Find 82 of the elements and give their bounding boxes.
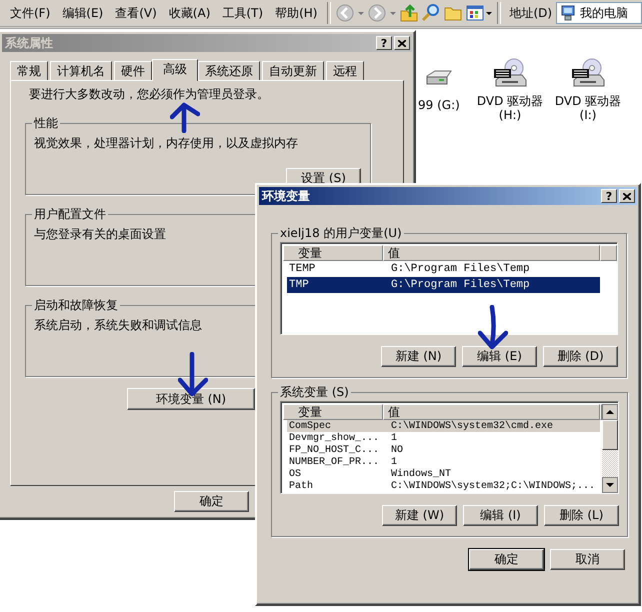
close-icon [398,40,406,46]
table-cell-text: FP_NO_HOST_C... [288,444,380,456]
scroll-down-button[interactable] [602,477,618,493]
group-title: 系统变量 (S) [279,384,350,401]
group-title: 启动和故障恢复 [33,297,119,314]
table-cell-text: Devmgr_show_... [288,432,380,444]
menu-item[interactable]: 查看(V) [109,4,163,22]
table-cell-text: Windows_NT [390,468,452,480]
table-cell-text: ComSpec [288,420,332,432]
tab[interactable]: 自动更新 [262,61,324,80]
column-header[interactable]: 值 [383,245,600,261]
scroll-thumb[interactable] [602,420,618,450]
cancel-button[interactable]: 取消 [550,549,625,570]
environment-variables-button[interactable]: 环境变量 (N) [127,388,255,410]
table-cell-text: C:\WINDOWS\system32;C:\WINDOWS;... [390,480,596,492]
table-cell-text: G:\Program Files\Temp [390,279,530,291]
edit-button[interactable]: 编辑 (E) [462,346,537,367]
column-header[interactable]: 值 [383,404,600,420]
close-icon [623,192,631,200]
list-row[interactable]: Devmgr_show_... 1 [287,432,600,444]
tab[interactable]: 常规 [10,61,48,80]
menu-item[interactable]: 编辑(E) [56,4,110,22]
menu-item[interactable]: 收藏(A) [162,4,216,22]
list-row[interactable]: NUMBER_OF_PR... 1 [287,456,600,468]
tab[interactable]: 硬件 [114,61,152,80]
ok-button[interactable]: 确定 [174,491,249,512]
new-button[interactable]: 新建 (W) [382,505,457,526]
edit-button[interactable]: 编辑 (I) [463,505,538,526]
drive-label[interactable]: DVD 驱动器 (I:) [552,94,624,122]
address-label: 地址(D) [509,4,552,22]
column-header[interactable]: 变量 [283,404,383,420]
menu-item[interactable]: 帮助(H) [269,4,324,22]
drive-label[interactable]: 99 (G:) [418,98,460,112]
description-text: 与您登录有关的桌面设置 [34,226,166,243]
address-field[interactable]: 我的电脑 [556,2,642,24]
table-cell-text: 1 [390,456,398,468]
help-button[interactable]: ? [601,189,617,203]
list-row[interactable]: TEMP G:\Program Files\Temp [287,261,600,277]
tab[interactable]: 系统还原 [198,61,260,80]
table-cell-text: TMP [288,279,310,291]
tab[interactable]: 计算机名 [50,61,112,80]
table-cell-text: G:\Program Files\Temp [390,263,530,275]
address-text: 我的电脑 [580,4,628,22]
table-cell-text: OS [288,468,302,480]
list-row[interactable]: ComSpec C:\WINDOWS\system32\cmd.exe [287,420,600,432]
ok-button[interactable]: 确定 [469,549,544,570]
forward-icon[interactable] [367,3,388,23]
close-button[interactable] [619,189,635,203]
menu-item[interactable]: 工具(T) [216,4,270,22]
search-icon[interactable] [421,3,442,23]
group-title: xielj18 的用户变量(U) [279,225,403,242]
table-cell-text: NUMBER_OF_PR... [288,456,380,468]
window-title: 环境变量 [262,188,310,204]
list-row[interactable]: FP_NO_HOST_C... NO [287,444,600,456]
table-cell-text: NO [390,444,404,456]
delete-button[interactable]: 删除 (D) [543,346,618,367]
table-cell-text: 1 [390,432,398,444]
group-title: 用户配置文件 [33,206,107,223]
scroll-up-button[interactable] [602,404,618,420]
description-text: 系统启动，系统失败和调试信息 [34,317,202,334]
delete-button[interactable]: 删除 (L) [544,505,619,526]
table-cell-text: C:\WINDOWS\system32\cmd.exe [390,420,554,432]
window-title: 系统属性 [5,34,53,52]
list-row[interactable]: OS Windows_NT [287,468,600,480]
description-text: 视觉效果，处理器计划，内存使用，以及虚拟内存 [34,135,298,152]
column-header[interactable]: 变量 [283,245,383,261]
new-button[interactable]: 新建 (N) [381,346,456,367]
table-cell-text: Path [288,480,314,492]
drive-label[interactable]: DVD 驱动器 (H:) [474,94,546,122]
tab[interactable]: 高级 [152,59,198,81]
hand-drawn-arrow [478,305,508,351]
instruction-text: 要进行大多数改动，您必须作为管理员登录。 [29,86,270,103]
list-row[interactable]: TMP G:\Program Files\Temp [287,277,600,293]
back-icon[interactable] [335,3,356,23]
list-row[interactable]: Path C:\WINDOWS\system32;C:\WINDOWS;... [287,480,600,492]
tab[interactable]: 远程 [326,61,364,80]
group-title: 性能 [32,115,59,132]
table-cell-text: TEMP [288,263,316,275]
menu-item[interactable]: 文件(F) [4,4,56,22]
views-icon[interactable] [465,3,494,23]
hand-drawn-arrow [170,101,200,133]
computer-icon [560,5,576,21]
